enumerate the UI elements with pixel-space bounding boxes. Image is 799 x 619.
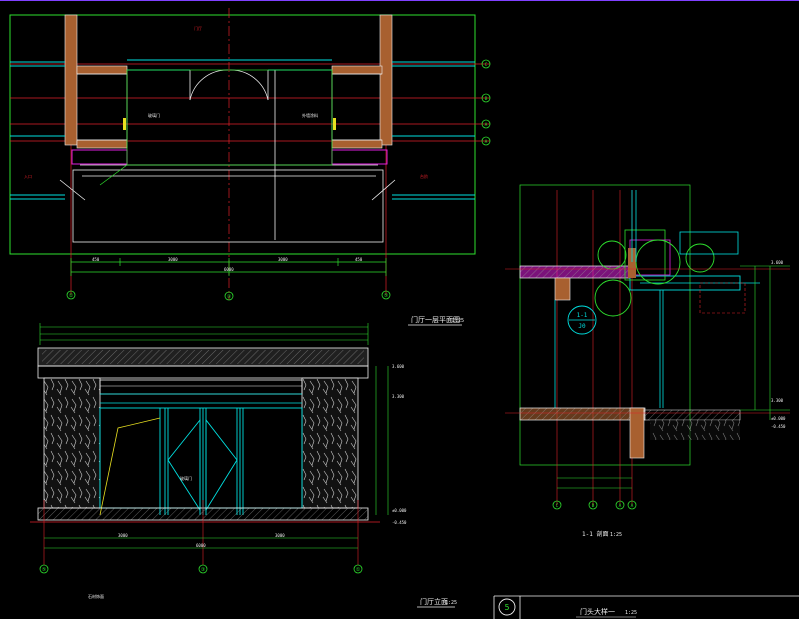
elev-axis-5: ⑤: [42, 567, 47, 573]
elev-dim-2: 3000: [275, 533, 285, 538]
elevation-title-text: 门厅立面: [420, 597, 448, 606]
section-level-3: ±0.000: [771, 416, 786, 421]
elev-axis-1: ①: [356, 567, 361, 573]
elev-level-1: 3.600: [392, 364, 405, 369]
plan-note-2: 玻璃门: [148, 112, 160, 118]
plan-row-axis-a: A: [485, 122, 488, 128]
title-block-scale: 1:25: [625, 610, 637, 616]
section-callout: 1-1 J0: [567, 305, 597, 335]
elevation-title: 门厅立面 1:25: [417, 597, 457, 608]
plan-title-scale: 1:25: [452, 318, 464, 324]
elevation-title-scale: 1:25: [445, 600, 457, 606]
cad-drawing: 450 3000 3000 450 6000 ① ③ ⑤ C B A A 门厅 …: [0, 0, 799, 619]
section-level-2: 3.300: [771, 398, 784, 403]
elev-level-4: -0.450: [392, 520, 407, 525]
section-axis-a: A: [619, 503, 622, 509]
section-title-text: 1-1 剖面: [582, 530, 608, 538]
elev-dim-1: 3000: [118, 533, 128, 538]
plan-title: 门厅一层平面图 1:25: [408, 315, 464, 326]
plan-row-axis-a2: A: [485, 139, 488, 145]
plan-dim-total: 6000: [224, 267, 234, 272]
elev-dim-total: 6000: [196, 543, 206, 548]
section-axis-b: B: [592, 503, 595, 509]
plan-view: 450 3000 3000 450 6000 ① ③ ⑤ C B A A 门厅 …: [9, 8, 491, 326]
plan-axis-3: ③: [227, 294, 232, 300]
section-title: 1-1 剖面 1:25: [582, 530, 622, 538]
elev-note-1: 玻璃门: [180, 475, 192, 481]
title-block: 5 门头大样一 1:25: [493, 595, 799, 619]
section-axis-a2: A: [631, 503, 634, 509]
plan-note-4: 入口: [24, 174, 32, 179]
plan-note-1: 门厅: [194, 25, 202, 31]
elev-level-2: 3.300: [392, 394, 405, 399]
elev-level-3: ±0.000: [392, 508, 407, 513]
section-axis-c: C: [556, 503, 559, 509]
plan-axis-1: ①: [69, 293, 74, 299]
plan-note-5: 台阶: [420, 173, 428, 179]
plan-dim-2: 3000: [168, 257, 178, 262]
plan-row-axis-b: B: [485, 96, 488, 102]
plan-row-axis-c: C: [485, 62, 488, 68]
cad-drawing-canvas[interactable]: 450 3000 3000 450 6000 ① ③ ⑤ C B A A 门厅 …: [0, 0, 799, 619]
elev-note-2: 石材饰面: [88, 593, 104, 599]
section-title-scale: 1:25: [610, 532, 622, 538]
section-callout-label: 1-1: [577, 312, 588, 319]
section-level-4: -0.450: [771, 424, 786, 429]
plan-note-3: 外墙涂料: [302, 112, 318, 118]
title-block-label: 门头大样一: [580, 607, 615, 616]
elevation-view: 3000 3000 6000 ⑤ ③ ① 3.600 3.300 ±0.000 …: [30, 323, 457, 608]
section-view: 1-1 J0 3.600 3.300 ±0.000 -0.450 C B A A…: [505, 184, 790, 538]
plan-dim-3: 3000: [278, 257, 288, 262]
section-callout-sub: J0: [578, 323, 586, 330]
plan-dim-1: 450: [92, 257, 100, 262]
section-level-1: 3.600: [771, 260, 784, 265]
sheet-number: 5: [505, 603, 510, 612]
plan-dim-4: 450: [355, 257, 363, 262]
elev-axis-3: ③: [201, 567, 206, 573]
plan-axis-5: ⑤: [384, 293, 389, 299]
